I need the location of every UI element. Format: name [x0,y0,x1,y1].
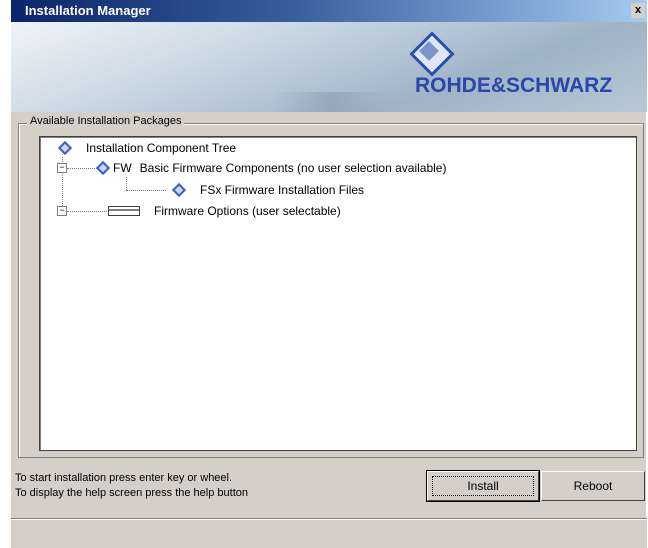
banner-decoration [271,92,391,112]
header-banner: ROHDE&SCHWARZ [11,22,647,112]
install-button[interactable]: Install [426,470,540,502]
tree-connector [67,211,107,212]
tree-node-label: Basic Firmware Components (no user selec… [139,161,447,175]
tree-node-prefix: FW [113,161,132,175]
expand-collapse-icon[interactable]: − [57,163,67,173]
tree-node-basic-firmware[interactable]: FW Basic Firmware Components (no user se… [95,160,447,176]
tree-connector [67,168,97,169]
package-tree[interactable]: Installation Component Tree − FW Basic F… [39,136,637,451]
brand-logo-text: ROHDE&SCHWARZ [415,74,613,97]
status-bar [11,518,647,548]
instruction-text-install: To start installation press enter key or… [15,472,233,484]
close-icon[interactable]: x [631,3,645,18]
window-title: Installation Manager [25,3,151,18]
installation-manager-window: Installation Manager x ROHDE&SCHWARZ Ava… [10,0,647,548]
tree-connector [126,190,166,191]
focus-rectangle [432,476,534,496]
reboot-button-label: Reboot [573,479,613,493]
tree-connector [126,177,127,190]
packages-group-label: Available Installation Packages [27,115,185,127]
diamond-icon [95,160,111,176]
expand-collapse-icon[interactable]: − [57,206,67,216]
instruction-text-help: To display the help screen press the hel… [15,487,248,499]
title-bar[interactable]: Installation Manager x [11,0,647,22]
tree-node-firmware-options[interactable]: Firmware Options (user selectable) [108,204,341,218]
diamond-icon [171,182,187,198]
diamond-icon [57,140,73,156]
tree-node-fsx-firmware-files[interactable]: FSx Firmware Installation Files [171,182,365,198]
option-module-icon [108,206,140,216]
tree-node-label: FSx Firmware Installation Files [200,183,365,197]
tree-node-root[interactable]: Installation Component Tree [57,140,237,156]
tree-node-label: Installation Component Tree [86,141,237,155]
reboot-button[interactable]: Reboot [541,471,645,501]
tree-node-label: Firmware Options (user selectable) [154,204,341,218]
